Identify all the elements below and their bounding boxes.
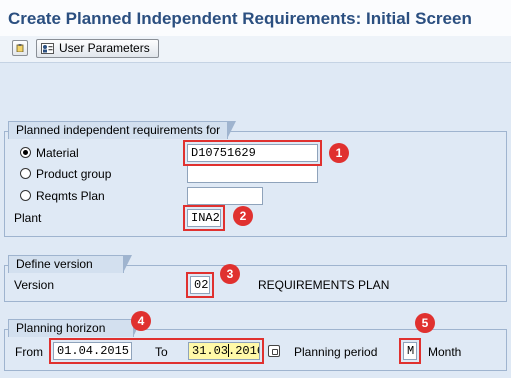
callout-badge: 4 <box>131 311 151 331</box>
title-bar: Create Planned Independent Requirements:… <box>0 0 511 36</box>
planning-period-description: Month <box>428 345 462 359</box>
material-radio[interactable] <box>20 147 31 158</box>
reqmts-plan-label: Reqmts Plan <box>36 189 105 203</box>
version-label: Version <box>14 278 55 292</box>
user-parameters-icon <box>41 43 54 54</box>
product-group-field[interactable] <box>187 165 318 183</box>
reqmts-plan-radio[interactable] <box>20 190 31 201</box>
plant-highlight <box>183 205 225 231</box>
plant-label: Plant <box>14 211 42 225</box>
user-parameters-label: User Parameters <box>59 41 150 55</box>
clipboard-icon[interactable] <box>12 40 28 56</box>
period-highlight <box>399 338 421 364</box>
from-label: From <box>15 345 43 359</box>
application-toolbar: User Parameters <box>0 36 511 63</box>
callout-badge: 3 <box>220 264 240 284</box>
product-group-radio[interactable] <box>20 168 31 179</box>
user-parameters-button[interactable]: User Parameters <box>36 39 159 58</box>
horizon-highlight <box>49 338 264 364</box>
material-highlight <box>183 140 322 166</box>
callout-badge: 1 <box>329 143 349 163</box>
version-highlight <box>186 272 214 298</box>
version-group-title: Define version <box>8 255 132 273</box>
planning-horizon-title: Planning horizon <box>8 319 142 337</box>
callout-badge: 5 <box>415 313 435 333</box>
material-label: Material <box>36 146 79 160</box>
callout-badge: 2 <box>233 206 253 226</box>
calendar-icon[interactable] <box>268 345 280 357</box>
page-title: Create Planned Independent Requirements:… <box>8 9 472 28</box>
clipboard-glyph <box>16 44 24 52</box>
pir-group-title: Planned independent requirements for <box>8 121 236 139</box>
planning-period-label: Planning period <box>294 345 378 359</box>
product-group-label: Product group <box>36 167 112 181</box>
version-description: REQUIREMENTS PLAN <box>258 278 390 292</box>
reqmts-plan-field[interactable] <box>187 187 263 205</box>
